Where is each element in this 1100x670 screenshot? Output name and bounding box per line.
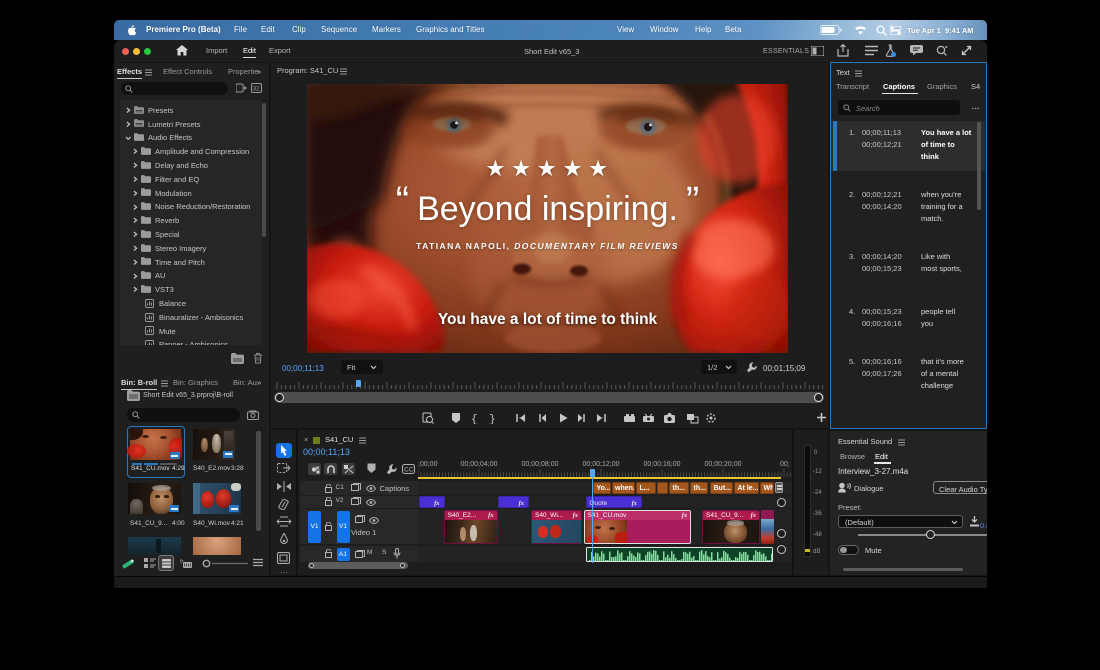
svg-text:{: { — [471, 414, 478, 424]
svg-text:}: } — [489, 414, 496, 424]
svg-text:32: 32 — [253, 85, 261, 92]
